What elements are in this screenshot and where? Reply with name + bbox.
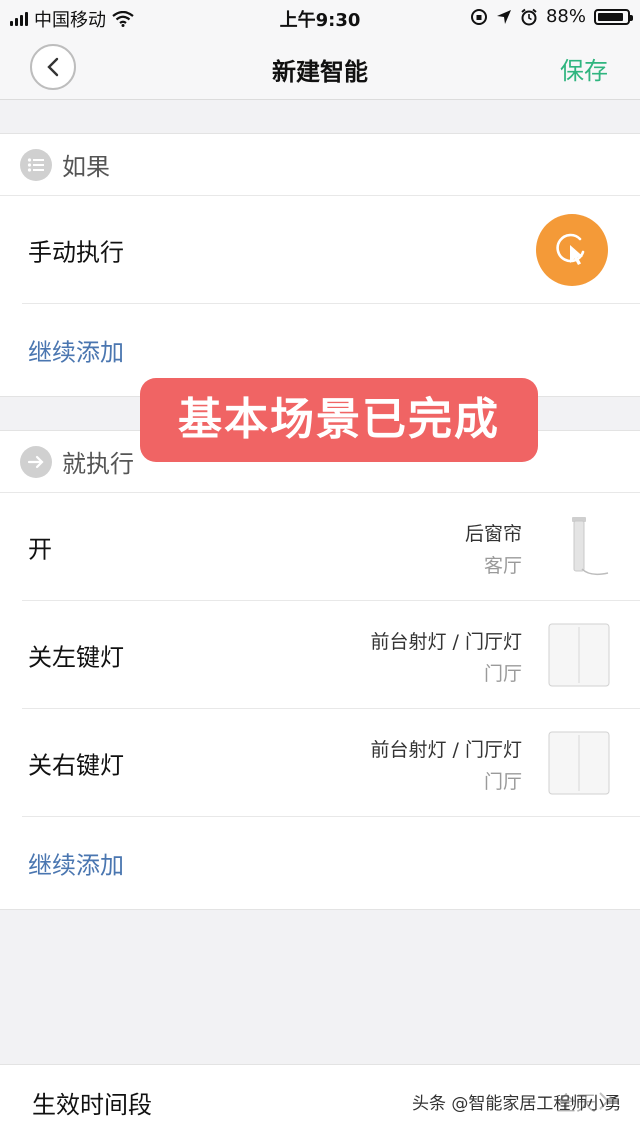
then-add-row[interactable]: 继续添加 xyxy=(22,817,640,909)
effective-period-row[interactable]: 生效时间段 全天 头条 @智能家居工程师小勇 xyxy=(0,1064,640,1138)
battery-icon xyxy=(594,8,633,25)
action-device: 前台射灯 / 门厅灯 xyxy=(370,739,522,761)
alarm-icon xyxy=(521,8,537,25)
tap-cursor-icon xyxy=(556,233,585,265)
wall-switch-icon xyxy=(548,623,610,687)
nav-bar: 新建智能 保存 xyxy=(0,34,640,100)
overlay-caption: 基本场景已完成 xyxy=(140,378,538,462)
action-device: 前台射灯 / 门厅灯 xyxy=(370,631,522,653)
action-row[interactable]: 关左键灯 前台射灯 / 门厅灯 门厅 xyxy=(22,601,640,709)
then-add-link[interactable]: 继续添加 xyxy=(28,846,124,881)
action-room: 门厅 xyxy=(483,663,522,685)
orientation-lock-icon xyxy=(470,8,487,25)
trigger-label: 手动执行 xyxy=(28,238,124,266)
action-row[interactable]: 关右键灯 前台射灯 / 门厅灯 门厅 xyxy=(22,709,640,817)
location-icon xyxy=(496,9,511,24)
save-button[interactable]: 保存 xyxy=(560,51,608,86)
action-device: 后窗帘 xyxy=(464,523,522,545)
status-right: 88% xyxy=(470,6,633,27)
if-add-link[interactable]: 继续添加 xyxy=(28,333,124,368)
action-label: 关右键灯 xyxy=(28,751,124,779)
battery-percent: 88% xyxy=(545,6,586,27)
action-room: 客厅 xyxy=(483,555,522,577)
if-section: 如果 手动执行 继续添加 xyxy=(0,133,640,397)
page-title: 新建智能 xyxy=(272,58,368,86)
arrow-right-icon xyxy=(20,445,52,478)
then-section-title: 就执行 xyxy=(62,450,134,478)
action-row[interactable]: 开 后窗帘 客厅 xyxy=(22,493,640,601)
effective-period-title: 生效时间段 xyxy=(32,1091,152,1119)
then-section: 就执行 开 后窗帘 客厅 关左键灯 前台射灯 / 门厅灯 门厅 关右键灯 前台射… xyxy=(0,430,640,910)
wall-switch-icon xyxy=(548,731,610,795)
manual-trigger-button[interactable] xyxy=(536,214,608,286)
trigger-row[interactable]: 手动执行 xyxy=(22,196,640,304)
curtain-motor-icon xyxy=(572,517,609,576)
if-section-header: 如果 xyxy=(0,134,640,196)
battery-fill xyxy=(598,12,623,21)
action-label: 开 xyxy=(28,535,52,563)
if-section-title: 如果 xyxy=(62,153,110,181)
watermark-text: 头条 @智能家居工程师小勇 xyxy=(412,1094,622,1114)
action-room: 门厅 xyxy=(483,771,522,793)
status-bar: 中国移动 上午9:30 88% xyxy=(0,0,640,34)
action-label: 关左键灯 xyxy=(28,643,124,671)
list-icon xyxy=(20,148,52,181)
